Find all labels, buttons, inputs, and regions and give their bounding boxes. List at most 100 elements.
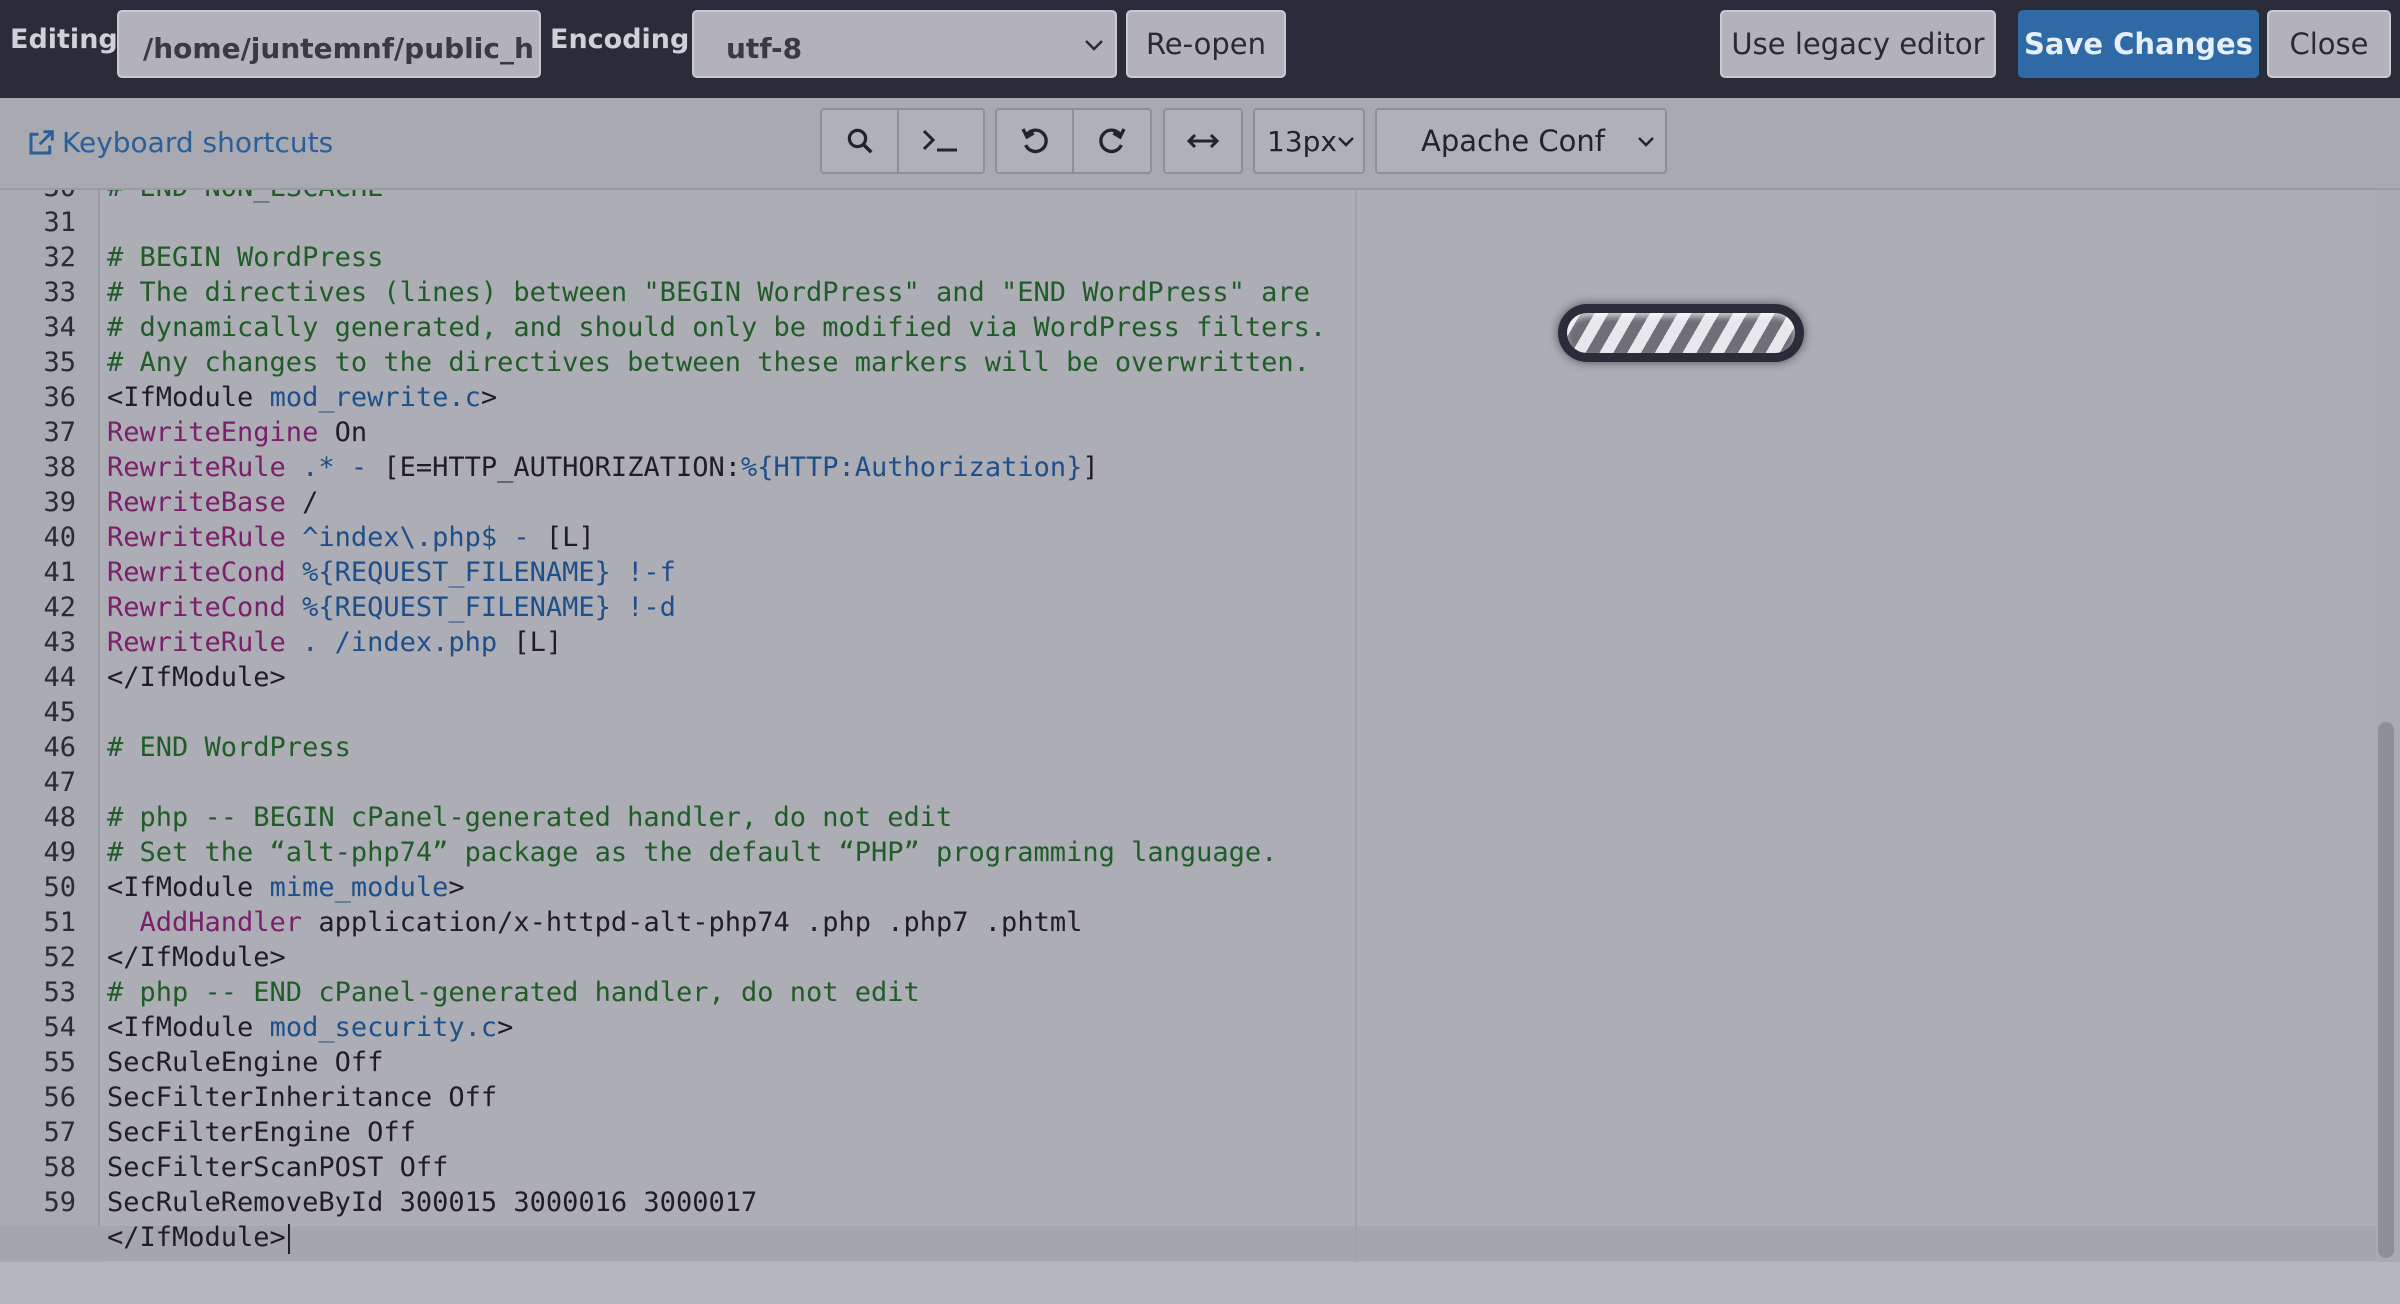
use-legacy-editor-button[interactable]: Use legacy editor <box>1720 10 1996 78</box>
code-line: SecRuleEngine Off <box>107 1047 383 1078</box>
code-token: %{REQUEST_FILENAME} !-d <box>285 592 676 623</box>
line-number: 54 <box>43 1012 76 1043</box>
syntax-mode-select[interactable]: Apache Conf <box>1375 108 1667 174</box>
code-token: <IfModule <box>107 1012 270 1043</box>
redo-icon <box>1099 128 1126 154</box>
code-token: ^index\.php$ - <box>285 522 546 553</box>
code-line: SecFilterScanPOST Off <box>107 1152 448 1183</box>
code-token: RewriteCond <box>107 592 286 623</box>
code-token: </IfModule> <box>107 1222 286 1253</box>
code-token: RewriteBase <box>107 487 286 518</box>
code-token: RewriteCond <box>107 557 286 588</box>
line-number: 38 <box>43 452 76 483</box>
code-token: . /index.php <box>285 627 514 658</box>
code-token: # END NON_LSCACHE <box>107 190 383 203</box>
line-number: 40 <box>43 522 76 553</box>
code-line: SecRuleRemoveById 300015 3000016 3000017 <box>107 1187 757 1218</box>
code-token: > <box>480 382 498 413</box>
code-line: # php -- END cPanel-generated handler, d… <box>107 977 920 1008</box>
undo-icon <box>1021 128 1048 154</box>
close-button[interactable]: Close <box>2267 10 2391 78</box>
code-token: <IfModule <box>107 872 270 903</box>
line-number: 58 <box>43 1152 76 1183</box>
line-number: 36 <box>43 382 76 413</box>
code-token: ] <box>1082 452 1099 483</box>
editor-header: Editing: /home/juntemnf/public_h Encodin… <box>0 0 2400 98</box>
editor-footer <box>0 1262 2400 1304</box>
line-number-gutter: 30 31 32 33 34 35 36 37 38 39 40 41 42 43 44 45 46 47 48 49… <box>0 190 100 1262</box>
code-token: # Set the “alt-php74” package as the def… <box>107 837 1278 868</box>
code-token: .* - <box>285 452 384 483</box>
encoding-label: Encoding: <box>550 24 701 55</box>
code-token: # php -- BEGIN cPanel-generated handler,… <box>107 802 953 833</box>
code-token: mod_security.c <box>269 1012 498 1043</box>
code-line: # dynamically generated, and should only… <box>107 312 1326 343</box>
line-number: 47 <box>43 767 76 798</box>
code-token: # The directives (lines) between "BEGIN … <box>107 277 1310 308</box>
code-token: RewriteRule <box>107 522 286 553</box>
code-line: # Set the “alt-php74” package as the def… <box>107 837 1277 868</box>
code-line: RewriteBase / <box>107 487 318 518</box>
loading-indicator <box>1558 304 1804 362</box>
code-token: RewriteRule <box>107 452 286 483</box>
font-size-select[interactable]: 13px <box>1253 108 1365 174</box>
file-path-field[interactable]: /home/juntemnf/public_h <box>117 10 541 78</box>
line-number: 51 <box>43 907 76 938</box>
code-token: RewriteEngine <box>107 417 319 448</box>
line-number: 33 <box>43 277 76 308</box>
code-token: application/x-httpd-alt-php74 .php .php7… <box>302 907 1083 938</box>
code-line: # END NON_LSCACHE <box>107 190 383 203</box>
keyboard-shortcuts-link[interactable]: Keyboard shortcuts <box>26 126 333 159</box>
code-token: </IfModule> <box>107 942 286 973</box>
goto-line-button[interactable] <box>897 108 985 174</box>
reopen-button[interactable]: Re-open <box>1126 10 1286 78</box>
code-line: # Any changes to the directives between … <box>107 347 1310 378</box>
save-changes-button[interactable]: Save Changes <box>2018 10 2259 78</box>
code-token: # Any changes to the directives between … <box>107 347 1310 378</box>
line-number: 55 <box>43 1047 76 1078</box>
undo-button[interactable] <box>995 108 1074 174</box>
code-line: # END WordPress <box>107 732 351 763</box>
code-token: AddHandler <box>107 907 303 938</box>
search-button[interactable] <box>820 108 899 174</box>
line-number: 50 <box>43 872 76 903</box>
code-token: <IfModule <box>107 382 270 413</box>
wrap-icon <box>1186 133 1220 149</box>
code-token: mod_rewrite.c <box>269 382 481 413</box>
editor-toolbar: Keyboard shortcuts 13px Apache Conf <box>0 98 2400 190</box>
print-margin <box>1355 190 1357 1262</box>
code-line: RewriteEngine On <box>107 417 367 448</box>
line-number: 59 <box>43 1187 76 1218</box>
line-number: 37 <box>43 417 76 448</box>
code-line: RewriteRule ^index\.php$ - [L] <box>107 522 595 553</box>
code-token: [L] <box>545 522 595 553</box>
vertical-scrollbar-thumb[interactable] <box>2378 722 2394 1258</box>
chevron-down-icon <box>1338 137 1354 147</box>
loading-progress-bar <box>1567 313 1795 353</box>
code-line: RewriteCond %{REQUEST_FILENAME} !-d <box>107 592 676 623</box>
code-token: / <box>285 487 319 518</box>
redo-button[interactable] <box>1072 108 1152 174</box>
chevron-down-icon <box>1085 40 1103 51</box>
code-line: SecFilterInheritance Off <box>107 1082 497 1113</box>
encoding-select[interactable]: utf-8 <box>692 10 1117 78</box>
code-token: # END WordPress <box>107 732 351 763</box>
line-number: 48 <box>43 802 76 833</box>
code-editor[interactable]: 30 31 32 33 34 35 36 37 38 39 40 41 42 43 44 45 46 47 48 49… <box>0 190 2376 1262</box>
line-number: 56 <box>43 1082 76 1113</box>
chevron-down-icon <box>1638 137 1654 147</box>
line-number: 46 <box>43 732 76 763</box>
code-token: # dynamically generated, and should only… <box>107 312 1327 343</box>
code-line: <IfModule mod_security.c> <box>107 1012 513 1043</box>
code-token: SecRuleRemoveById 300015 3000016 3000017 <box>107 1187 758 1218</box>
code-line: </IfModule> <box>107 1222 290 1254</box>
line-number: 35 <box>43 347 76 378</box>
file-path-text: /home/juntemnf/public_h <box>143 32 534 65</box>
code-line: AddHandler application/x-httpd-alt-php74… <box>107 907 1083 938</box>
wrap-toggle-button[interactable] <box>1163 108 1243 174</box>
code-line: # php -- BEGIN cPanel-generated handler,… <box>107 802 952 833</box>
code-token: > <box>448 872 465 903</box>
syntax-mode-value: Apache Conf <box>1421 124 1605 158</box>
active-line-highlight <box>0 1226 2376 1261</box>
code-token: mime_module <box>269 872 449 903</box>
